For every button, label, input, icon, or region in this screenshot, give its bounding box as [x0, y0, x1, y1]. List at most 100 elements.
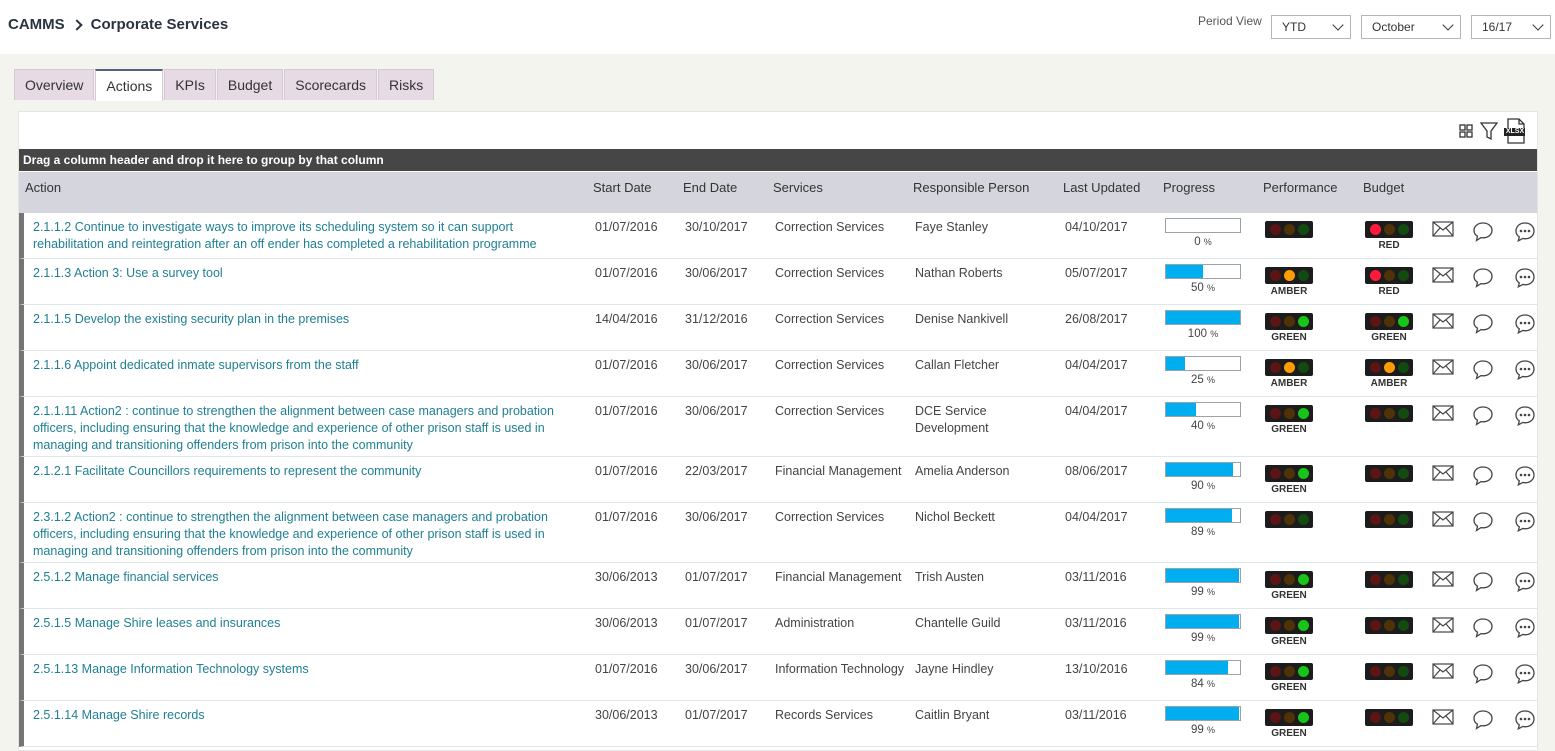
service: Correction Services: [775, 404, 885, 418]
progress-bar: [1165, 218, 1241, 233]
perf-light: [1265, 221, 1313, 238]
col-action[interactable]: Action: [25, 180, 61, 195]
perf-light: [1265, 359, 1313, 376]
tab-actions[interactable]: Actions: [95, 69, 164, 101]
grid-view-icon[interactable]: [1458, 123, 1474, 139]
comment-icon[interactable]: [1472, 511, 1494, 536]
mail-icon[interactable]: [1432, 405, 1454, 424]
period-view-label: Period View: [1198, 14, 1262, 28]
progress-number: 99: [1190, 724, 1204, 736]
tab-risks[interactable]: Risks: [378, 69, 435, 100]
more-comments-icon[interactable]: [1514, 359, 1536, 384]
budget-status-label: RED: [1378, 240, 1400, 251]
end-date: 30/06/2017: [685, 266, 748, 280]
comment-icon[interactable]: [1472, 267, 1494, 292]
budget-light: [1365, 465, 1413, 482]
col-responsible-person[interactable]: Responsible Person: [913, 180, 1029, 195]
col-budget[interactable]: Budget: [1363, 180, 1404, 195]
col-progress[interactable]: Progress: [1163, 180, 1215, 195]
tab-overview[interactable]: Overview: [14, 69, 95, 100]
progress-bar: [1165, 402, 1241, 417]
end-date: 01/07/2017: [685, 616, 748, 630]
col-end-date[interactable]: End Date: [683, 180, 737, 195]
more-comments-icon[interactable]: [1514, 617, 1536, 642]
more-comments-icon[interactable]: [1514, 221, 1536, 246]
tab-budget[interactable]: Budget: [216, 69, 284, 100]
progress-bar: [1165, 568, 1241, 583]
action-link[interactable]: 2.3.1.2 Action2 : continue to strengthen…: [33, 509, 581, 560]
action-link[interactable]: 2.1.1.3 Action 3: Use a survey tool: [33, 265, 581, 282]
mail-icon[interactable]: [1432, 663, 1454, 682]
breadcrumb-root[interactable]: CAMMS: [8, 16, 65, 33]
comment-icon[interactable]: [1472, 617, 1494, 642]
comment-icon[interactable]: [1472, 465, 1494, 490]
comment-icon[interactable]: [1472, 709, 1494, 734]
mail-icon[interactable]: [1432, 313, 1454, 332]
year-select[interactable]: 16/17: [1471, 15, 1551, 39]
mail-icon[interactable]: [1432, 465, 1454, 484]
comment-icon[interactable]: [1472, 221, 1494, 246]
col-last-updated[interactable]: Last Updated: [1063, 180, 1140, 195]
group-drop-zone[interactable]: Drag a column header and drop it here to…: [19, 149, 1537, 171]
more-comments-icon[interactable]: [1514, 405, 1536, 430]
comment-icon[interactable]: [1472, 663, 1494, 688]
action-link[interactable]: 2.1.1.2 Continue to investigate ways to …: [33, 219, 581, 253]
light-dot: [1283, 408, 1295, 419]
more-comments-icon[interactable]: [1514, 465, 1536, 490]
end-date: 22/03/2017: [685, 464, 748, 478]
action-link[interactable]: 2.1.1.6 Appoint dedicated inmate supervi…: [33, 357, 581, 374]
light-dot: [1297, 362, 1309, 373]
more-comments-icon[interactable]: [1514, 267, 1536, 292]
progress-value: 90 %: [1165, 480, 1241, 492]
budget-status-label: GREEN: [1371, 332, 1407, 343]
percent-sign: %: [1206, 527, 1215, 537]
light-dot: [1383, 468, 1395, 479]
month-select[interactable]: October: [1361, 15, 1461, 39]
responsible-person: Callan Fletcher: [915, 358, 1000, 372]
action-link[interactable]: 2.1.1.11 Action2 : continue to strengthe…: [33, 403, 581, 454]
comment-icon[interactable]: [1472, 405, 1494, 430]
action-link[interactable]: 2.1.1.5 Develop the existing security pl…: [33, 311, 581, 328]
progress-fill: [1166, 661, 1229, 674]
comment-icon[interactable]: [1472, 313, 1494, 338]
grid-header: Action Start Date End Date Services Resp…: [19, 172, 1537, 213]
perf-status-label: GREEN: [1271, 728, 1307, 739]
col-services[interactable]: Services: [773, 180, 823, 195]
progress-fill: [1166, 569, 1240, 582]
last-updated: 04/10/2017: [1065, 220, 1128, 234]
more-comments-icon[interactable]: [1514, 709, 1536, 734]
filter-icon[interactable]: [1480, 121, 1498, 141]
action-link[interactable]: 2.5.1.5 Manage Shire leases and insuranc…: [33, 615, 581, 632]
action-link[interactable]: 2.5.1.2 Manage financial services: [33, 569, 581, 586]
tab-kpis[interactable]: KPIs: [164, 69, 216, 100]
more-comments-icon[interactable]: [1514, 571, 1536, 596]
more-comments-icon[interactable]: [1514, 313, 1536, 338]
mail-icon[interactable]: [1432, 267, 1454, 286]
comment-icon[interactable]: [1472, 571, 1494, 596]
progress-fill: [1166, 403, 1196, 416]
comment-icon[interactable]: [1472, 359, 1494, 384]
page-title: Corporate Services: [90, 16, 229, 33]
tab-bar: Overview Actions KPIs Budget Scorecards …: [14, 69, 435, 101]
light-dot: [1269, 316, 1281, 327]
light-dot: [1369, 666, 1381, 677]
col-performance[interactable]: Performance: [1263, 180, 1337, 195]
action-link[interactable]: 2.5.1.13 Manage Information Technology s…: [33, 661, 581, 678]
mail-icon[interactable]: [1432, 511, 1454, 530]
tab-scorecards[interactable]: Scorecards: [284, 69, 378, 100]
mail-icon[interactable]: [1432, 617, 1454, 636]
more-comments-icon[interactable]: [1514, 663, 1536, 688]
last-updated: 08/06/2017: [1065, 464, 1128, 478]
mail-icon[interactable]: [1432, 359, 1454, 378]
mail-icon[interactable]: [1432, 571, 1454, 590]
action-link[interactable]: 2.1.2.1 Facilitate Councillors requireme…: [33, 463, 581, 480]
action-link[interactable]: 2.5.1.14 Manage Shire records: [33, 707, 581, 724]
progress-fill: [1166, 707, 1240, 720]
percent-sign: %: [1206, 481, 1215, 491]
more-comments-icon[interactable]: [1514, 511, 1536, 536]
mail-icon[interactable]: [1432, 221, 1454, 240]
xlsx-export-button[interactable]: XLSX: [1504, 118, 1526, 144]
mail-icon[interactable]: [1432, 709, 1454, 728]
col-start-date[interactable]: Start Date: [593, 180, 652, 195]
period-view-select[interactable]: YTD: [1271, 15, 1351, 39]
